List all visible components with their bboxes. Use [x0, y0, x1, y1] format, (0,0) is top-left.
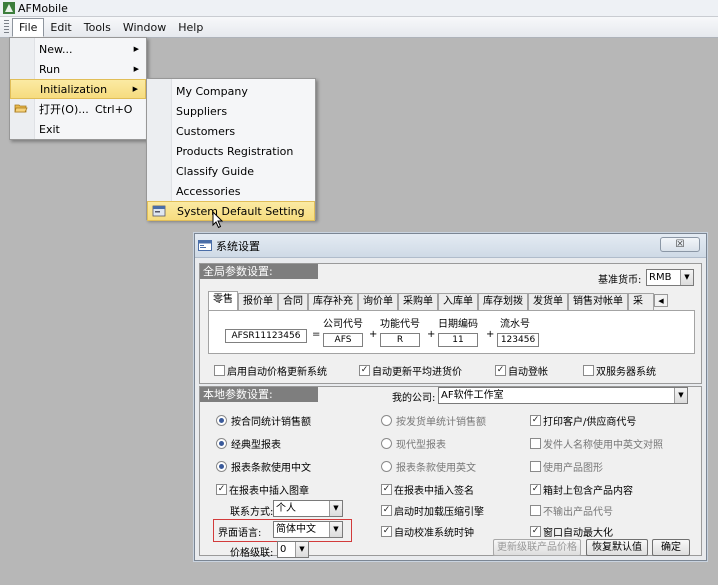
auto-avg-purchase-price-checkbox[interactable]: ✓ 自动更新平均进货价: [359, 363, 462, 378]
folder-open-icon: [14, 104, 28, 113]
global-settings-panel: 全局参数设置: 基准货币: RMB ▼ 零售 报价单 合同 库存补充 询价单 采…: [199, 263, 702, 384]
dialog-icon: [198, 240, 212, 251]
title-bar: AFMobile: [0, 0, 718, 17]
submenu-arrow-icon: ▶: [133, 45, 139, 53]
menu-item-customers[interactable]: Customers: [147, 121, 315, 141]
load-compression-engine-checkbox[interactable]: ✓ 启动时加载压缩引擎: [381, 503, 484, 518]
serial-number-field[interactable]: 123456: [497, 333, 539, 347]
menu-item-system-default-setting[interactable]: System Default Setting: [147, 201, 315, 221]
dialog-title: 系统设置: [216, 239, 260, 253]
base-currency-label: 基准货币:: [598, 275, 642, 286]
menu-item-accessories[interactable]: Accessories: [147, 181, 315, 201]
radio-report-chinese[interactable]: 报表条款使用中文: [216, 459, 311, 474]
tab-purchase-order[interactable]: 采购单: [398, 293, 438, 310]
menu-item-run[interactable]: Run ▶: [10, 59, 146, 79]
auto-price-update-checkbox[interactable]: 启用自动价格更新系统: [214, 363, 327, 378]
menu-item-initialization[interactable]: Initialization ▶: [10, 79, 146, 99]
dropdown-arrow-icon: ▼: [680, 270, 693, 285]
tab-delivery[interactable]: 发货单: [528, 293, 568, 310]
radio-stat-by-contract[interactable]: 按合同统计销售额: [216, 413, 311, 428]
menu-bar: File Edit Tools Window Help: [0, 17, 718, 38]
menu-window[interactable]: Window: [117, 19, 172, 36]
update-level-prices-button[interactable]: 更新级联产品价格: [493, 539, 581, 556]
code-sample-field: AFSR11123456: [225, 329, 307, 343]
function-code-field[interactable]: R: [380, 333, 420, 347]
menu-item-new[interactable]: New... ▶: [10, 39, 146, 59]
local-settings-header: 本地参数设置:: [200, 387, 318, 402]
tab-inquiry[interactable]: 询价单: [358, 293, 398, 310]
dropdown-arrow-icon: ▼: [329, 501, 342, 516]
grip-icon: [4, 20, 9, 34]
tab-retail-content: AFSR11123456 = 公司代号 AFS + 功能代号 R + 日期编码 …: [208, 310, 695, 354]
submenu-arrow-icon: ▶: [133, 65, 139, 73]
restore-defaults-button[interactable]: 恢复默认值: [586, 539, 648, 556]
dual-server-checkbox[interactable]: 双服务器系统: [583, 363, 656, 378]
close-button[interactable]: ☒: [660, 237, 700, 252]
insert-signature-checkbox[interactable]: ✓ 在报表中插入签名: [381, 482, 474, 497]
tab-contract[interactable]: 合同: [278, 293, 308, 310]
menu-item-products-registration[interactable]: Products Registration: [147, 141, 315, 161]
price-level-select[interactable]: 0 ▼: [277, 541, 309, 558]
tab-quotation[interactable]: 报价单: [238, 293, 278, 310]
mouse-cursor-icon: [212, 211, 224, 229]
menu-item-suppliers[interactable]: Suppliers: [147, 101, 315, 121]
radio-stat-by-delivery[interactable]: 按发货单统计销售额: [381, 413, 486, 428]
tab-sales-statement[interactable]: 销售对帐单: [568, 293, 628, 310]
insert-seal-checkbox[interactable]: ✓ 在报表中插入图章: [216, 482, 309, 497]
global-settings-header: 全局参数设置:: [200, 264, 318, 279]
window-title: AFMobile: [18, 1, 68, 15]
dropdown-arrow-icon: ▼: [674, 388, 687, 403]
ui-language-label: 界面语言:: [218, 528, 262, 539]
menu-tools[interactable]: Tools: [78, 19, 117, 36]
my-company-label: 我的公司:: [392, 393, 436, 404]
tab-stock-replenish[interactable]: 库存补充: [308, 293, 358, 310]
menu-file[interactable]: File: [12, 17, 45, 37]
radio-report-english[interactable]: 报表条款使用英文: [381, 459, 476, 474]
auto-maximize-window-checkbox[interactable]: ✓ 窗口自动最大化: [530, 524, 613, 539]
contact-method-select[interactable]: 个人 ▼: [273, 500, 343, 517]
ui-language-select[interactable]: 简体中文 ▼: [273, 521, 343, 538]
dropdown-arrow-icon: ▼: [329, 522, 342, 537]
price-level-label: 价格级联:: [230, 548, 274, 559]
use-product-graphics-checkbox[interactable]: 使用产品图形: [530, 459, 603, 474]
submenu-arrow-icon: ▶: [132, 85, 138, 93]
menu-help[interactable]: Help: [172, 19, 209, 36]
sender-bilingual-checkbox[interactable]: 发件人名称使用中英文对照: [530, 436, 663, 451]
no-product-code-checkbox[interactable]: 不输出产品代号: [530, 503, 613, 518]
my-company-select[interactable]: AF软件工作室 ▼: [438, 387, 688, 404]
tab-purchase[interactable]: 采购: [628, 293, 654, 310]
tab-stock-transfer[interactable]: 库存划拨: [478, 293, 528, 310]
box-seal-content-checkbox[interactable]: ✓ 箱封上包含产品内容: [530, 482, 633, 497]
menu-item-my-company[interactable]: My Company: [147, 81, 315, 101]
tab-scroll-arrows[interactable]: ◀ ▶: [654, 294, 668, 317]
file-menu: New... ▶ Run ▶ Initialization ▶ 打开(O)... Ctr…: [9, 37, 147, 140]
radio-modern-report[interactable]: 现代型报表: [381, 436, 446, 451]
dialog-title-bar: 系统设置 ☒: [195, 234, 706, 258]
settings-window-icon: [152, 205, 166, 217]
ok-button[interactable]: 确定: [652, 539, 690, 556]
local-settings-panel: 本地参数设置: 我的公司: AF软件工作室 ▼ 按合同统计销售额 经典型报表 报…: [199, 386, 702, 559]
app-icon: [3, 2, 15, 14]
document-type-tabs: 零售 报价单 合同 库存补充 询价单 采购单 入库单 库存划拨 发货单 销售对帐…: [208, 291, 668, 317]
auto-posting-checkbox[interactable]: ✓ 自动登帐: [495, 363, 548, 378]
menu-item-classify-guide[interactable]: Classify Guide: [147, 161, 315, 181]
menu-item-exit[interactable]: Exit: [10, 119, 146, 139]
tab-stock-in[interactable]: 入库单: [438, 293, 478, 310]
radio-classic-report[interactable]: 经典型报表: [216, 436, 281, 451]
print-partner-code-checkbox[interactable]: ✓ 打印客户/供应商代号: [530, 413, 636, 428]
dropdown-arrow-icon: ▼: [295, 542, 308, 557]
company-code-field[interactable]: AFS: [323, 333, 363, 347]
tab-retail[interactable]: 零售: [208, 291, 238, 310]
system-settings-dialog: 系统设置 ☒ 全局参数设置: 基准货币: RMB ▼ 零售 报价单 合同 库存补…: [194, 233, 707, 561]
menu-edit[interactable]: Edit: [44, 19, 77, 36]
menu-item-open[interactable]: 打开(O)... Ctrl+O: [10, 99, 146, 119]
contact-method-label: 联系方式:: [230, 507, 274, 518]
date-code-field[interactable]: 11: [438, 333, 478, 347]
auto-calibrate-clock-checkbox[interactable]: ✓ 自动校准系统时钟: [381, 524, 474, 539]
base-currency-select[interactable]: RMB ▼: [646, 269, 694, 286]
initialization-submenu: My Company Suppliers Customers Products …: [146, 78, 316, 221]
